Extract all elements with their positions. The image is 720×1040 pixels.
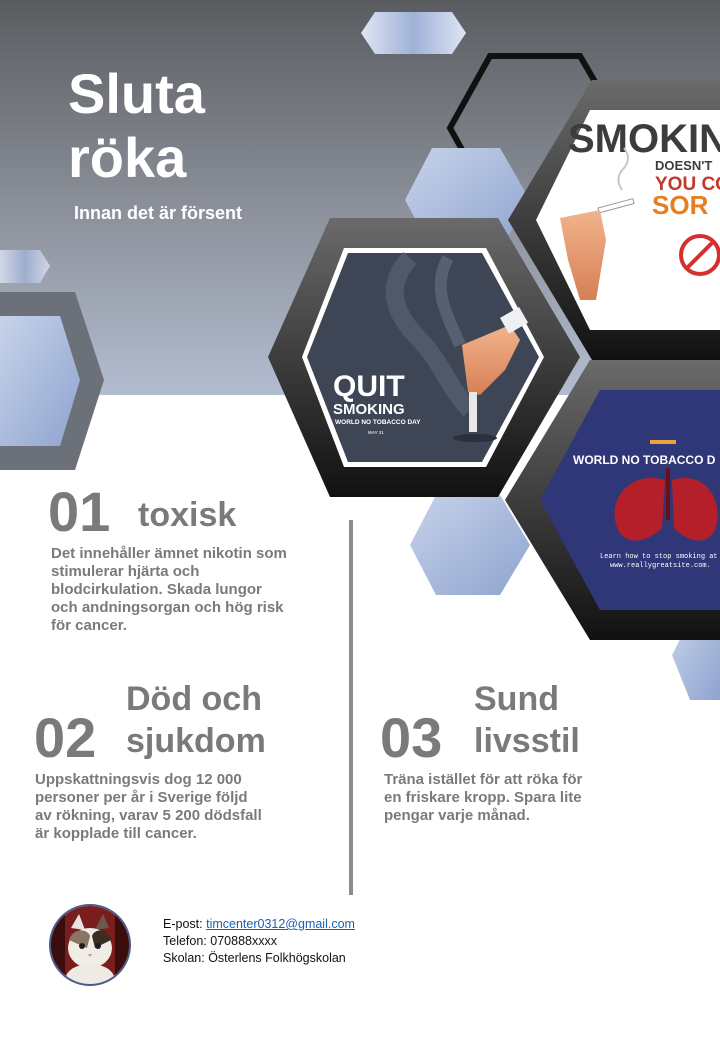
decor-hexagon-top: [361, 12, 466, 54]
svg-text:WORLD NO TOBACCO D: WORLD NO TOBACCO D: [573, 453, 716, 467]
section-2-text: Uppskattningsvis dog 12 000 personer per…: [35, 771, 262, 842]
school-label: Skolan:: [163, 951, 205, 965]
svg-text:www.reallygreatsite.com.: www.reallygreatsite.com.: [610, 562, 711, 570]
section-1-number: 01: [48, 480, 111, 543]
vertical-divider: [349, 520, 353, 895]
page-subtitle: Innan det är försent: [74, 203, 243, 223]
title-line-1: Sluta: [68, 62, 205, 125]
section-3-number: 03: [380, 706, 443, 769]
email-label: E-post:: [163, 917, 203, 931]
contact-school-row: Skolan: Österlens Folkhögskolan: [163, 950, 355, 967]
cat-photo: [51, 906, 129, 984]
section-2-number: 02: [34, 706, 97, 769]
svg-text:DOESN'T: DOESN'T: [655, 158, 712, 173]
phone-value: 070888xxxx: [210, 934, 277, 948]
section-2-heading: Död och sjukdom: [126, 680, 266, 760]
title-line-2: röka: [68, 126, 187, 189]
contact-phone-row: Telefon: 070888xxxx: [163, 933, 355, 950]
svg-text:Learn how to stop smoking at: Learn how to stop smoking at: [600, 553, 718, 561]
svg-text:SOR: SOR: [652, 190, 709, 220]
contact-info: E-post: timcenter0312@gmail.com Telefon:…: [163, 916, 355, 967]
section-1-text: Det innehåller ämnet nikotin som stimule…: [51, 545, 287, 634]
section-3-text: Träna istället för att röka för en frisk…: [384, 771, 583, 824]
section-3-heading: Sund livsstil: [474, 680, 580, 760]
email-link[interactable]: timcenter0312@gmail.com: [206, 917, 355, 931]
page-title: Sluta röka: [68, 62, 205, 190]
school-value: Österlens Folkhögskolan: [208, 951, 346, 965]
avatar: [49, 904, 131, 986]
svg-text:MAY 31: MAY 31: [368, 430, 384, 435]
svg-text:SMOKING: SMOKING: [333, 401, 405, 418]
phone-label: Telefon:: [163, 934, 207, 948]
contact-email-row: E-post: timcenter0312@gmail.com: [163, 916, 355, 933]
svg-text:SMOKIN: SMOKIN: [568, 117, 720, 161]
section-1-heading: toxisk: [138, 496, 237, 534]
svg-text:QUIT: QUIT: [333, 370, 405, 403]
svg-text:WORLD NO TOBACCO DAY: WORLD NO TOBACCO DAY: [335, 419, 421, 426]
